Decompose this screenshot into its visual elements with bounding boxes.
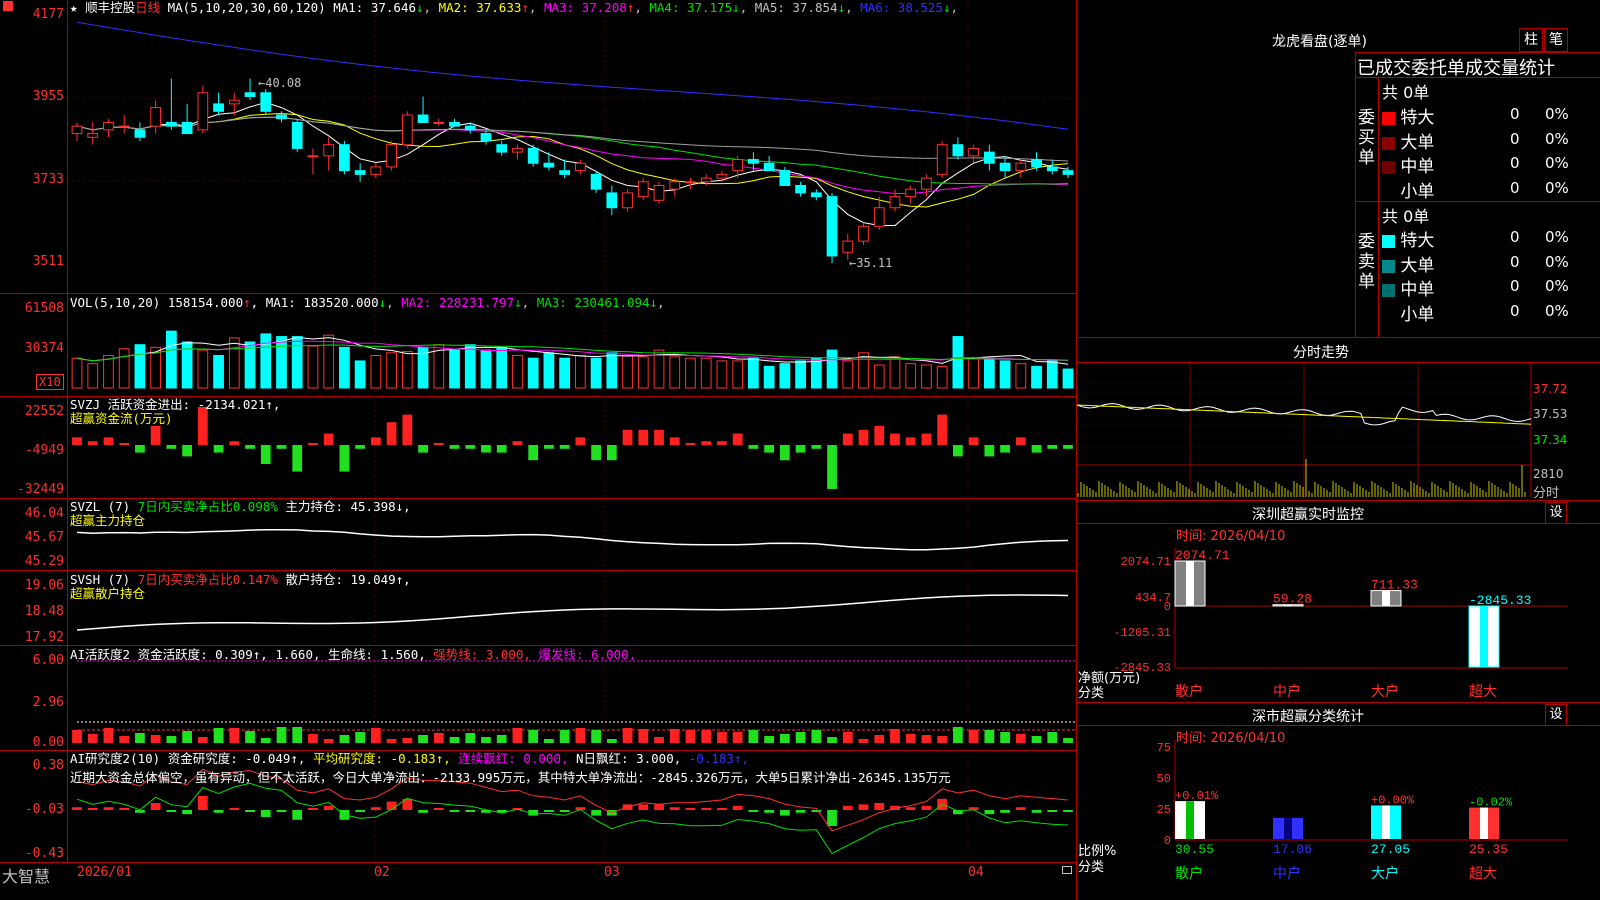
- category-label: 超大: [1469, 866, 1497, 882]
- monitor-y-label: 2074.71: [1121, 555, 1171, 569]
- flow-value: 2074.71: [1175, 548, 1230, 563]
- ratio-change: -0.02%: [1469, 796, 1513, 810]
- ratio-bar-highlight: [1186, 801, 1194, 839]
- class-y-label: 25: [1157, 803, 1171, 817]
- category-label: 散户: [1175, 865, 1203, 882]
- category-label: 超大: [1469, 684, 1497, 700]
- monitor-y-label: -2845.33: [1113, 661, 1171, 675]
- monitor-y-label: -1205.31: [1113, 626, 1171, 640]
- monitor-y-label: 0: [1164, 600, 1171, 614]
- class-y-label: 75: [1157, 741, 1171, 755]
- class-y-label: 50: [1157, 772, 1171, 786]
- flow-bar-highlight: [1382, 590, 1390, 606]
- ratio-value: 27.05: [1371, 842, 1410, 857]
- flow-value: -2845.33: [1469, 593, 1531, 608]
- ratio-value: 30.55: [1175, 842, 1214, 857]
- flow-value: 711.33: [1371, 578, 1418, 593]
- ratio-bar-highlight: [1480, 807, 1488, 839]
- ratio-value: 17.06: [1273, 842, 1312, 857]
- category-label: 中户: [1273, 865, 1301, 882]
- ratio-value: 25.35: [1469, 842, 1508, 857]
- flow-bar-highlight: [1186, 561, 1194, 606]
- flow-value: 59.28: [1273, 592, 1312, 607]
- category-label: 中户: [1273, 683, 1301, 700]
- ratio-change: +0.00%: [1371, 793, 1415, 807]
- category-label: 大户: [1371, 865, 1399, 882]
- category-label: 散户: [1175, 683, 1203, 700]
- category-label: 大户: [1371, 683, 1399, 700]
- flow-bar-highlight: [1480, 606, 1488, 667]
- ratio-bar-highlight: [1284, 817, 1292, 839]
- class-y-label: 0: [1164, 834, 1171, 848]
- ratio-bar-highlight: [1382, 805, 1390, 839]
- ratio-change: +0.01%: [1175, 789, 1219, 803]
- right-charts: 2074.71434.70-1205.31-2845.332074.71散户59…: [1076, 363, 1568, 882]
